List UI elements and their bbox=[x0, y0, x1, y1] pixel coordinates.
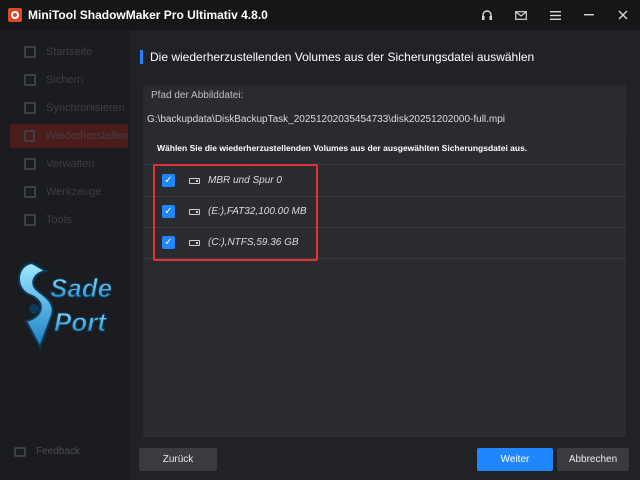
tools-grid-icon bbox=[24, 214, 36, 226]
sidebar-item-tools-grid[interactable]: Tools bbox=[10, 208, 128, 232]
close-icon[interactable] bbox=[606, 0, 640, 30]
feedback-link[interactable]: Feedback bbox=[14, 446, 80, 457]
sidebar-item-label: Sichern bbox=[46, 74, 84, 86]
watermark-logo: Sade Port bbox=[18, 261, 113, 350]
headset-icon[interactable] bbox=[470, 0, 504, 30]
sidebar-item-tools[interactable]: Werkzeuge bbox=[10, 180, 128, 204]
menu-icon[interactable] bbox=[538, 0, 572, 30]
footer-bar: Zurück Weiter Abbrechen bbox=[130, 438, 640, 480]
sidebar-item-label: Werkzeuge bbox=[46, 186, 102, 198]
watermark-line1: Sade bbox=[50, 273, 112, 303]
sidebar-item-label: Startseite bbox=[46, 46, 93, 58]
feedback-label: Feedback bbox=[36, 446, 80, 457]
watermark-line2: Port bbox=[54, 307, 107, 337]
title-bar: MiniTool ShadowMaker Pro Ultimativ 4.8.0 bbox=[0, 0, 640, 30]
sidebar-item-home[interactable]: Startseite bbox=[10, 40, 128, 64]
window-controls bbox=[470, 0, 640, 30]
sidebar-item-label: Wiederherstellen bbox=[45, 130, 128, 142]
mail-icon[interactable] bbox=[504, 0, 538, 30]
sidebar-item-manage[interactable]: Verwalten bbox=[10, 152, 128, 176]
sidebar-item-backup[interactable]: Sichern bbox=[10, 68, 128, 92]
app-logo-icon bbox=[8, 8, 22, 22]
volume-instruction: Wählen Sie die wiederherzustellenden Vol… bbox=[157, 143, 528, 153]
sidebar-item-label: Verwalten bbox=[46, 158, 95, 170]
back-button[interactable]: Zurück bbox=[139, 448, 217, 471]
sync-icon bbox=[24, 102, 36, 114]
sidebar-item-sync[interactable]: Synchronisieren bbox=[10, 96, 128, 120]
manage-icon bbox=[24, 158, 36, 170]
selection-highlight bbox=[153, 164, 318, 261]
header-accent bbox=[140, 50, 143, 64]
image-path-label: Pfad der Abbilddatei: bbox=[151, 90, 244, 101]
page-header: Die wiederherzustellenden Volumes aus de… bbox=[140, 50, 534, 64]
sidebar-item-restore[interactable]: Wiederherstellen bbox=[10, 124, 128, 148]
home-icon bbox=[24, 46, 36, 58]
cancel-button[interactable]: Abbrechen bbox=[557, 448, 629, 471]
sidebar-item-label: Synchronisieren bbox=[46, 102, 125, 114]
restore-icon bbox=[24, 130, 36, 142]
sidebar-item-label: Tools bbox=[46, 214, 72, 226]
tools-icon bbox=[24, 186, 36, 198]
backup-icon bbox=[24, 74, 36, 86]
feedback-icon bbox=[14, 446, 26, 457]
next-button[interactable]: Weiter bbox=[477, 448, 553, 471]
app-title: MiniTool ShadowMaker Pro Ultimativ 4.8.0 bbox=[28, 8, 268, 22]
minimize-icon[interactable] bbox=[572, 0, 606, 30]
page-title: Die wiederherzustellenden Volumes aus de… bbox=[150, 50, 535, 64]
image-path-value: G:\backupdata\DiskBackupTask_20251202035… bbox=[147, 114, 506, 125]
